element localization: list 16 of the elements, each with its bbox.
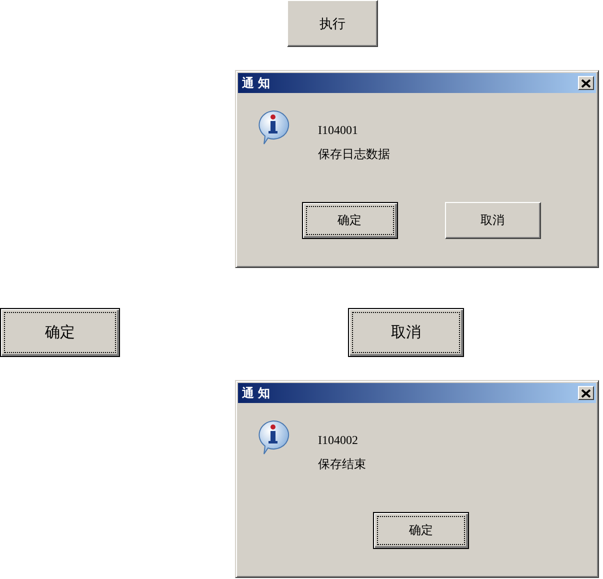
close-button[interactable] (578, 386, 594, 400)
ok-button[interactable]: 确定 (302, 202, 398, 239)
info-icon (256, 109, 290, 145)
message-code: I104002 (318, 433, 359, 448)
close-button[interactable] (578, 76, 594, 90)
close-icon (581, 78, 591, 88)
cancel-button[interactable]: 取消 (444, 202, 540, 239)
close-icon (581, 388, 591, 398)
message-text: 保存结束 (318, 456, 366, 473)
message-text: 保存日志数据 (318, 146, 390, 163)
info-icon (256, 419, 290, 455)
window-title: 通 知 (242, 384, 270, 402)
ok-button[interactable]: 确定 (373, 512, 469, 549)
window-title: 通 知 (242, 74, 270, 92)
execute-button[interactable]: 执行 (287, 0, 378, 47)
message-code: I104001 (318, 123, 359, 138)
